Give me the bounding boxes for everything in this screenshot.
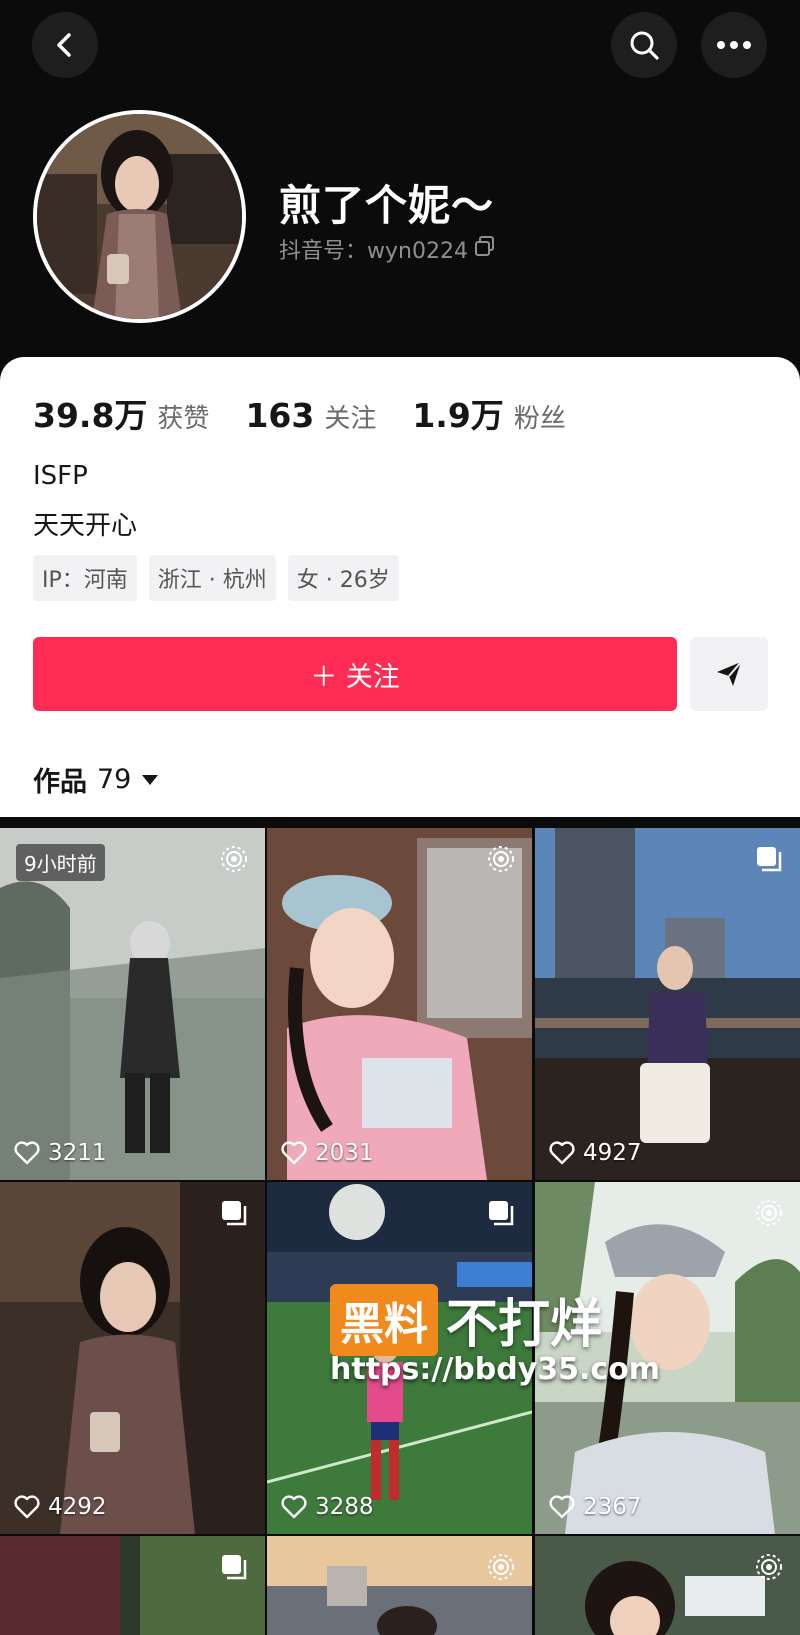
like-count-value: 2031 [315, 1140, 374, 1166]
followers-label: 粉丝 [513, 404, 566, 434]
video-tile[interactable]: 4927 [535, 828, 800, 1180]
live-photo-icon [488, 1554, 514, 1580]
following-label: 关注 [324, 404, 377, 434]
heart-icon [14, 1141, 40, 1165]
avatar[interactable] [33, 110, 246, 323]
video-tile[interactable] [267, 1536, 532, 1635]
like-count-value: 4927 [583, 1140, 642, 1166]
like-count: 4292 [14, 1494, 107, 1520]
profile-page: 煎了个妮～ 抖音号：wyn0224 39.8万 获赞 163 关注 1.9万 粉… [0, 0, 800, 1635]
video-thumbnail [0, 1182, 265, 1534]
video-tile[interactable]: 9小时前 3211 [0, 828, 265, 1180]
send-icon [717, 661, 742, 686]
video-thumbnail [535, 828, 800, 1180]
album-icon [222, 1555, 247, 1580]
like-count-value: 3288 [315, 1494, 374, 1520]
share-button[interactable] [690, 637, 768, 711]
back-button[interactable] [32, 12, 98, 78]
live-photo-icon [756, 1200, 782, 1226]
like-count-value: 2367 [583, 1494, 642, 1520]
video-thumbnail [267, 1536, 532, 1635]
video-thumbnail [267, 828, 532, 1180]
top-bar [0, 0, 800, 90]
caret-down-icon [142, 774, 159, 785]
followers-count[interactable]: 1.9万 [412, 389, 503, 437]
more-icon [717, 41, 751, 49]
works-count: 79 [97, 764, 132, 795]
following-count[interactable]: 163 [245, 396, 314, 435]
nickname: 煎了个妮～ [279, 181, 495, 230]
like-count: 4927 [549, 1140, 642, 1166]
chevron-left-icon [57, 33, 71, 57]
bio-line-2: 天天开心 [33, 511, 138, 541]
stats-row: 39.8万 获赞 163 关注 1.9万 粉丝 [33, 389, 602, 437]
video-thumbnail [535, 1536, 800, 1635]
live-photo-icon [221, 846, 247, 872]
video-tile[interactable]: 4292 [0, 1182, 265, 1534]
follow-label: ＋ 关注 [310, 661, 400, 693]
works-label: 作品 [33, 767, 87, 798]
watermark: 黑料 不打烊 [330, 1282, 602, 1357]
more-button[interactable] [701, 12, 767, 78]
likes-label: 获赞 [157, 404, 210, 434]
album-icon [489, 1201, 514, 1226]
like-count: 3211 [14, 1140, 107, 1166]
album-icon [757, 847, 782, 872]
video-tile[interactable] [535, 1536, 800, 1635]
like-count-value: 3211 [48, 1140, 107, 1166]
ip-tag: IP：河南 [33, 555, 137, 601]
account-id: 抖音号：wyn0224 [279, 239, 468, 264]
video-thumbnail [0, 1536, 265, 1635]
album-icon [222, 1201, 247, 1226]
heart-icon [281, 1495, 307, 1519]
watermark-url: https://bbdy35.com [330, 1352, 661, 1387]
heart-icon [14, 1495, 40, 1519]
watermark-box-text: 黑料 [330, 1283, 438, 1356]
watermark-text: 不打烊 [446, 1295, 603, 1355]
like-count: 2367 [549, 1494, 642, 1520]
heart-icon [549, 1141, 575, 1165]
heart-icon [281, 1141, 307, 1165]
account-id-row: 抖音号：wyn0224 [279, 233, 496, 265]
search-icon [630, 31, 659, 60]
bio-line-1: ISFP [33, 461, 88, 491]
live-photo-icon [756, 1554, 782, 1580]
like-count: 3288 [281, 1494, 374, 1520]
like-count-value: 4292 [48, 1494, 107, 1520]
copy-icon[interactable] [474, 235, 496, 263]
avatar-image [37, 114, 242, 319]
gender-age-tag: 女 · 26岁 [287, 555, 399, 601]
heart-icon [549, 1495, 575, 1519]
video-tile[interactable] [0, 1536, 265, 1635]
video-tile[interactable]: 2031 [267, 828, 532, 1180]
location-tag: 浙江 · 杭州 [148, 555, 276, 601]
likes-count[interactable]: 39.8万 [33, 389, 147, 437]
search-button[interactable] [611, 12, 677, 78]
like-count: 2031 [281, 1140, 374, 1166]
works-tab[interactable]: 作品 79 [33, 760, 159, 799]
profile-card: 39.8万 获赞 163 关注 1.9万 粉丝 ISFP 天天开心 IP：河南 … [0, 357, 800, 817]
time-badge: 9小时前 [16, 844, 105, 881]
tag-row: IP：河南 浙江 · 杭州 女 · 26岁 [33, 555, 399, 601]
follow-button[interactable]: ＋ 关注 [33, 637, 677, 711]
live-photo-icon [488, 846, 514, 872]
